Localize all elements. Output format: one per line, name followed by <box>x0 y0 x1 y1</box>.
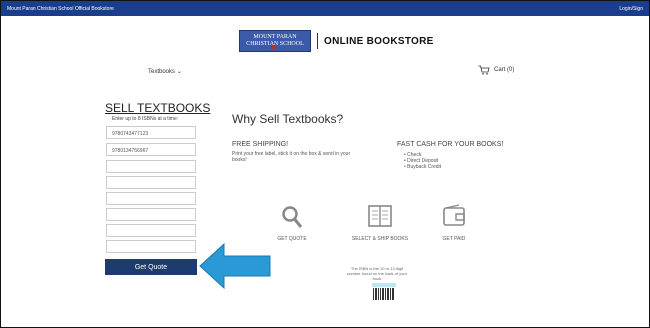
textbooks-menu[interactable]: Textbooks ⌄ <box>148 68 182 75</box>
step-label: SELECT & SHIP BOOKS <box>351 236 409 242</box>
isbn-input[interactable] <box>106 240 196 253</box>
step-label: GET PAID <box>442 236 466 242</box>
logo-divider <box>317 33 318 49</box>
isbn-input[interactable] <box>106 224 196 237</box>
site-logo[interactable]: MOUNT PARAN CHRISTIAN SCHOOL ONLINE BOOK… <box>239 30 434 52</box>
sell-instructions: Enter up to 8 ISBNs at a time: <box>112 116 179 122</box>
login-link[interactable]: Login/Sign <box>619 6 643 12</box>
get-quote-button[interactable]: Get Quote <box>105 259 197 275</box>
get-quote-label: Get Quote <box>134 263 168 271</box>
fast-cash-title: FAST CASH FOR YOUR BOOKS! <box>397 141 504 148</box>
step-get-quote: GET QUOTE <box>252 204 332 242</box>
pointer-arrow-icon <box>199 242 271 290</box>
free-shipping-title: FREE SHIPPING! <box>232 141 289 148</box>
logo-suffix: ONLINE BOOKSTORE <box>324 35 434 47</box>
magnifier-icon <box>282 206 303 228</box>
school-logo: MOUNT PARAN CHRISTIAN SCHOOL <box>239 30 311 52</box>
free-shipping-text: Print your free label, stick it on the b… <box>232 151 351 163</box>
barcode-icon <box>372 283 396 300</box>
step-select-ship: SELECT & SHIP BOOKS <box>340 204 420 242</box>
list-item: • Buyback Credit <box>404 164 442 170</box>
why-sell-heading: Why Sell Textbooks? <box>232 112 344 126</box>
cart-icon <box>478 65 490 75</box>
isbn-input[interactable] <box>106 160 196 173</box>
book-icon <box>368 205 392 227</box>
payment-options-list: • Check • Direct Deposit • Buyback Credi… <box>404 152 441 170</box>
isbn-input[interactable] <box>106 176 196 189</box>
cart-link[interactable]: Cart (0) <box>478 65 514 75</box>
logo-line-1: MOUNT PARAN <box>253 34 297 40</box>
isbn-input[interactable]: 9780134756967 <box>106 143 196 156</box>
logo-line-2: CHRISTIAN SCHOOL <box>246 41 304 47</box>
logo-cross-icon <box>271 45 275 49</box>
step-get-paid: GET PAID <box>414 204 494 242</box>
isbn-input[interactable] <box>106 192 196 205</box>
chevron-down-icon: ⌄ <box>176 69 182 75</box>
step-label: GET QUOTE <box>277 236 307 242</box>
top-bar: Mount Paran Christian School Official Bo… <box>1 1 649 16</box>
store-name-link[interactable]: Mount Paran Christian School Official Bo… <box>7 6 114 12</box>
isbn-help-text: The ISBN is the 10 or 13 digit number fo… <box>347 266 407 281</box>
sell-textbooks-title: SELL TEXTBOOKS <box>105 101 211 115</box>
wallet-icon <box>443 204 465 226</box>
cart-label: Cart (0) <box>494 67 515 73</box>
isbn-input[interactable]: 9780743477123 <box>106 126 196 139</box>
isbn-input[interactable] <box>106 208 196 221</box>
textbooks-menu-label: Textbooks <box>148 69 176 75</box>
